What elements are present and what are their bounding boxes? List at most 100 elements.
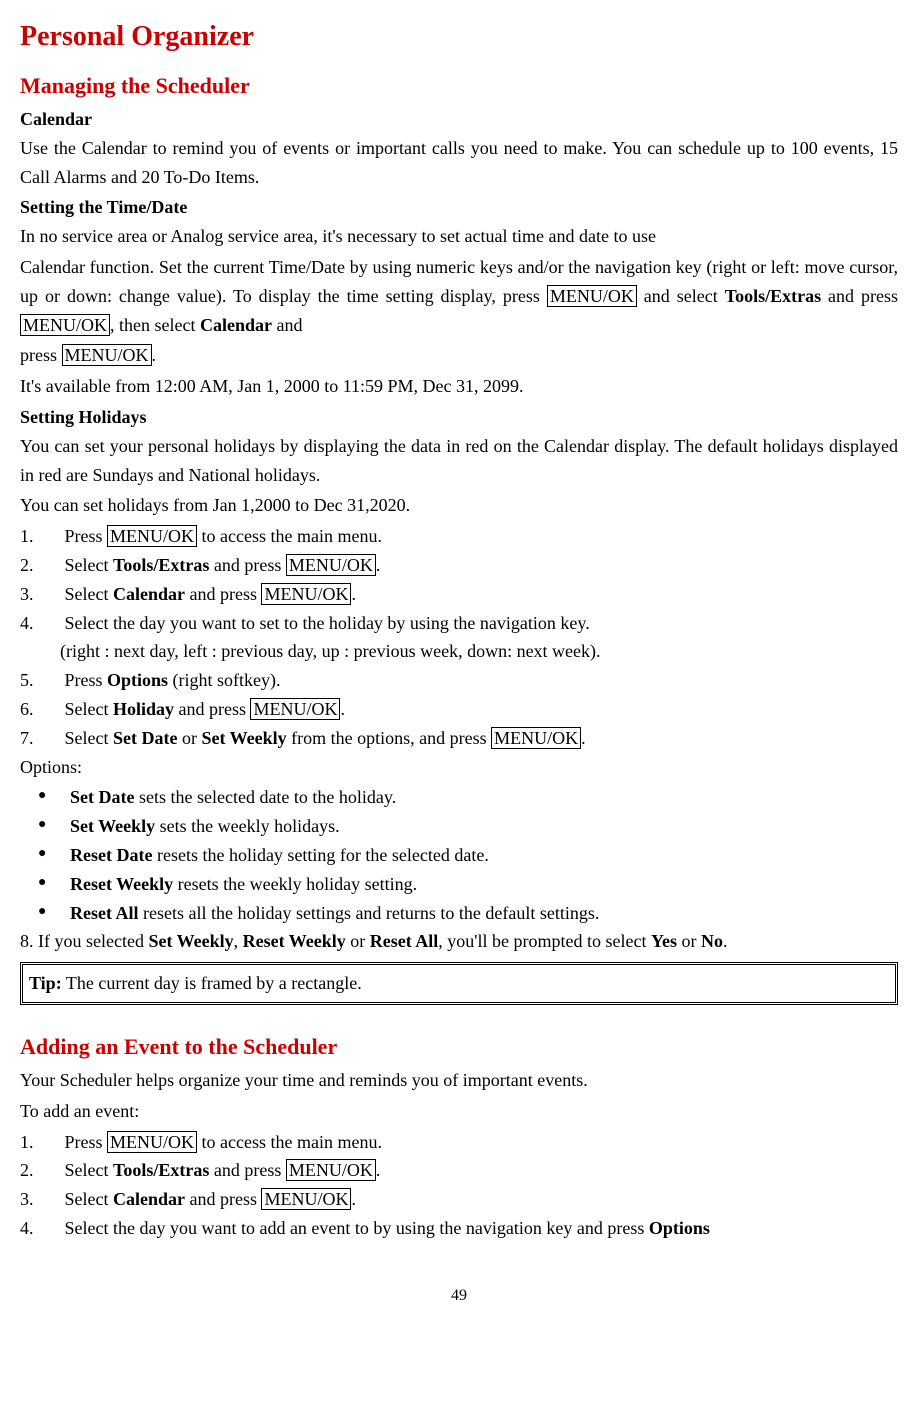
tools-extras-label: Tools/Extras xyxy=(725,286,821,306)
menu-ok-key: MENU/OK xyxy=(107,1131,197,1153)
text: . xyxy=(351,1189,356,1209)
label: Set Weekly xyxy=(70,816,155,836)
text: to access the main menu. xyxy=(197,1132,382,1152)
text: (right softkey). xyxy=(168,670,280,690)
step-3: Select Calendar and press MENU/OK. xyxy=(20,580,898,609)
option-set-date: Set Date sets the selected date to the h… xyxy=(20,783,898,812)
text: and xyxy=(272,315,303,335)
step-6: Select Holiday and press MENU/OK. xyxy=(20,695,898,724)
text: Press xyxy=(65,670,108,690)
text: . xyxy=(376,555,381,575)
text: from the options, and press xyxy=(287,728,491,748)
text: and press xyxy=(821,286,898,306)
label: Reset Weekly xyxy=(70,874,173,894)
subheading-time-date: Setting the Time/Date xyxy=(20,193,898,222)
text: and press xyxy=(209,1160,285,1180)
step-5: Press Options (right softkey). xyxy=(20,666,898,695)
menu-ok-key: MENU/OK xyxy=(491,727,581,749)
page-title: Personal Organizer xyxy=(20,15,898,60)
time-available-range: It's available from 12:00 AM, Jan 1, 200… xyxy=(20,372,898,401)
text: resets the holiday setting for the selec… xyxy=(152,845,488,865)
text: sets the selected date to the holiday. xyxy=(134,787,396,807)
calendar-label: Calendar xyxy=(200,315,272,335)
text: Press xyxy=(65,526,108,546)
tools-extras-label: Tools/Extras xyxy=(113,555,209,575)
text: Select xyxy=(65,1189,113,1209)
text: and press xyxy=(174,699,250,719)
text: and press xyxy=(209,555,285,575)
menu-ok-key: MENU/OK xyxy=(547,285,637,307)
option-reset-weekly: Reset Weekly resets the weekly holiday s… xyxy=(20,870,898,899)
time-date-line1: In no service area or Analog service are… xyxy=(20,222,898,251)
menu-ok-key: MENU/OK xyxy=(250,698,340,720)
text: resets all the holiday settings and retu… xyxy=(138,903,599,923)
text: . xyxy=(723,931,728,951)
text: resets the weekly holiday setting. xyxy=(173,874,417,894)
section-heading-adding-event: Adding an Event to the Scheduler xyxy=(20,1029,898,1064)
tools-extras-label: Tools/Extras xyxy=(113,1160,209,1180)
menu-ok-key: MENU/OK xyxy=(20,314,110,336)
add-step-4: Select the day you want to add an event … xyxy=(20,1214,898,1243)
calendar-label: Calendar xyxy=(113,584,185,604)
option-reset-all: Reset All resets all the holiday setting… xyxy=(20,899,898,928)
text: Select xyxy=(65,584,113,604)
text: . xyxy=(351,584,356,604)
holidays-steps-list: Press MENU/OK to access the main menu. S… xyxy=(20,522,898,637)
text: Select xyxy=(65,699,113,719)
step-2: Select Tools/Extras and press MENU/OK. xyxy=(20,551,898,580)
subheading-calendar: Calendar xyxy=(20,105,898,134)
menu-ok-key: MENU/OK xyxy=(286,1159,376,1181)
text: , xyxy=(234,931,243,951)
reset-weekly-label: Reset Weekly xyxy=(243,931,346,951)
text: Select xyxy=(65,555,113,575)
options-label: Options xyxy=(107,670,168,690)
menu-ok-key: MENU/OK xyxy=(261,583,351,605)
text: Select the day you want to add an event … xyxy=(65,1218,649,1238)
text: , then select xyxy=(110,315,200,335)
step-8: 8. If you selected Set Weekly, Reset Wee… xyxy=(20,927,898,956)
calendar-description: Use the Calendar to remind you of events… xyxy=(20,134,898,192)
text: to access the main menu. xyxy=(197,526,382,546)
options-label: Options xyxy=(649,1218,710,1238)
menu-ok-key: MENU/OK xyxy=(286,554,376,576)
text: or xyxy=(177,728,201,748)
text: and press xyxy=(185,584,261,604)
text: sets the weekly holidays. xyxy=(155,816,339,836)
calendar-label: Calendar xyxy=(113,1189,185,1209)
text: . xyxy=(152,345,157,365)
tip-label: Tip: xyxy=(29,973,62,993)
to-add-event: To add an event: xyxy=(20,1097,898,1126)
step-4-sub: (right : next day, left : previous day, … xyxy=(20,637,898,666)
label: Reset All xyxy=(70,903,138,923)
option-reset-date: Reset Date resets the holiday setting fo… xyxy=(20,841,898,870)
text: Press xyxy=(65,1132,108,1152)
label: Reset Date xyxy=(70,845,152,865)
add-step-2: Select Tools/Extras and press MENU/OK. xyxy=(20,1156,898,1185)
text: and select xyxy=(637,286,725,306)
time-date-line3: press MENU/OK. xyxy=(20,341,898,370)
option-set-weekly: Set Weekly sets the weekly holidays. xyxy=(20,812,898,841)
step-4: Select the day you want to set to the ho… xyxy=(20,609,898,638)
set-date-label: Set Date xyxy=(113,728,177,748)
text: press xyxy=(20,345,62,365)
add-step-3: Select Calendar and press MENU/OK. xyxy=(20,1185,898,1214)
reset-all-label: Reset All xyxy=(370,931,438,951)
text: or xyxy=(677,931,701,951)
text: Select xyxy=(65,1160,113,1180)
holidays-range: You can set holidays from Jan 1,2000 to … xyxy=(20,491,898,520)
text: or xyxy=(346,931,370,951)
text: . xyxy=(340,699,345,719)
tip-box: Tip: The current day is framed by a rect… xyxy=(20,962,898,1005)
subheading-holidays: Setting Holidays xyxy=(20,403,898,432)
yes-label: Yes xyxy=(651,931,677,951)
text: . xyxy=(376,1160,381,1180)
text: Select xyxy=(65,728,113,748)
add-step-1: Press MENU/OK to access the main menu. xyxy=(20,1128,898,1157)
menu-ok-key: MENU/OK xyxy=(107,525,197,547)
no-label: No xyxy=(701,931,723,951)
text: Select the day you want to set to the ho… xyxy=(65,613,590,633)
menu-ok-key: MENU/OK xyxy=(261,1188,351,1210)
step-1: Press MENU/OK to access the main menu. xyxy=(20,522,898,551)
holidays-description: You can set your personal holidays by di… xyxy=(20,432,898,490)
text: , you'll be prompted to select xyxy=(438,931,651,951)
